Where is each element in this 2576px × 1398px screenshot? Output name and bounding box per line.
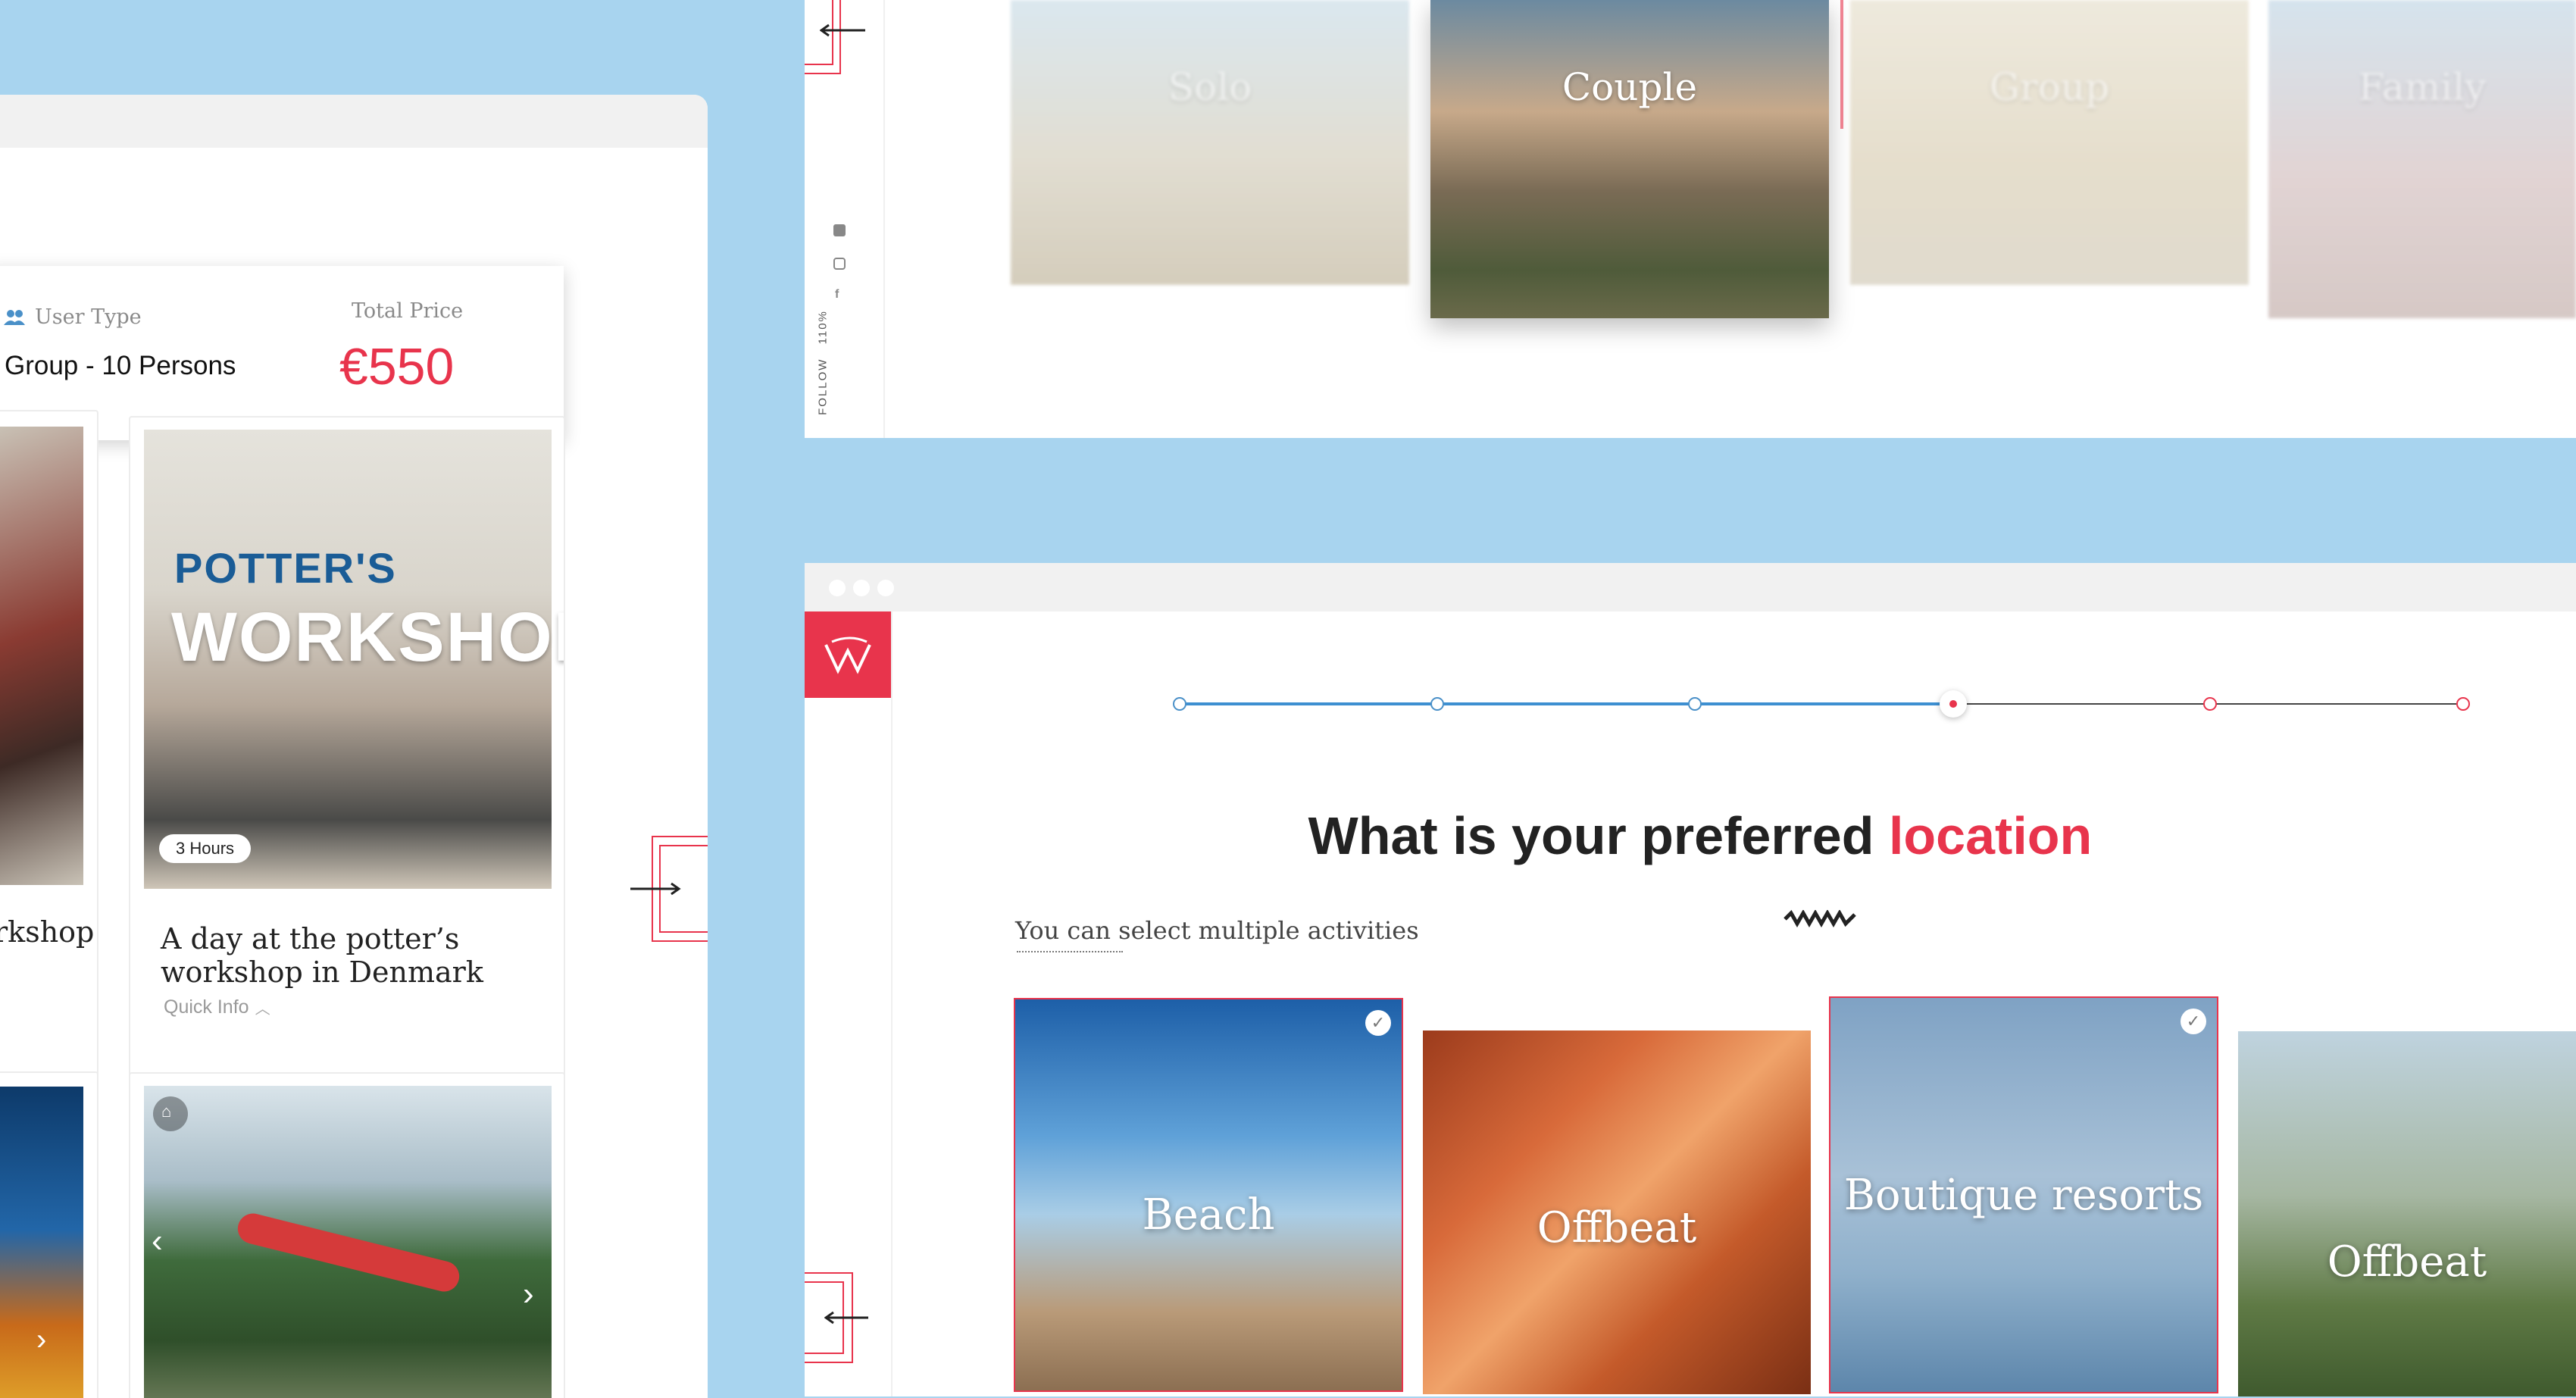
location-label: Offbeat [2327, 1237, 2487, 1287]
instagram-icon[interactable] [833, 258, 846, 270]
selection-hint: You can select multiple activities [1015, 916, 1419, 945]
user-type-window: f FOLLOW 110% Solo Couple Group Family [805, 0, 2576, 438]
step-dot[interactable] [2456, 697, 2470, 711]
experience-title: A day at the potter’s workshop in Denmar… [161, 922, 483, 989]
window-control-dot[interactable] [829, 580, 846, 596]
step-dot[interactable] [1688, 697, 1702, 711]
user-type-couple[interactable]: Couple [1430, 0, 1829, 318]
step-dot[interactable] [1430, 697, 1444, 711]
social-icon[interactable] [833, 224, 846, 236]
squiggle-divider-icon [1784, 910, 1856, 928]
side-rail: f FOLLOW 110% [805, 0, 885, 438]
question-prefix: What is your preferred [1308, 806, 1874, 865]
quick-info-label: Quick Info [164, 996, 249, 1018]
experience-card[interactable]: rkshop [0, 410, 98, 1146]
zoom-level: 110% [816, 310, 830, 345]
logo-w-icon [824, 636, 871, 674]
next-arrow-button[interactable] [630, 836, 708, 942]
user-type-solo[interactable]: Solo [1011, 0, 1409, 285]
location-window: What is your preferred location You can … [805, 563, 2576, 1396]
chevron-right-icon[interactable]: › [36, 1323, 46, 1357]
experience-card[interactable]: ⌂ ‹ › [129, 1072, 565, 1398]
user-type-label: User Type [35, 305, 142, 329]
progress-fill [1179, 702, 1953, 705]
location-tile-beach[interactable]: ✓ Beach [1014, 998, 1403, 1392]
image-title-bottom: WORKSHOP [171, 599, 565, 676]
quick-info-toggle[interactable]: Quick Info ︿ [164, 996, 270, 1018]
location-label: Boutique resorts [1843, 1171, 2204, 1220]
location-tile-boutique-resorts[interactable]: ✓ Boutique resorts [1829, 996, 2218, 1393]
chevron-left-icon[interactable]: ‹ [152, 1222, 163, 1260]
arrow-right-icon [630, 882, 681, 896]
check-icon: ✓ [1365, 1010, 1391, 1036]
progress-stepper [1173, 690, 2470, 718]
experience-image [0, 427, 83, 885]
window-control-dot[interactable] [877, 580, 894, 596]
back-arrow-button[interactable] [805, 0, 865, 76]
chevron-right-icon[interactable]: › [523, 1275, 534, 1313]
window-control-dot[interactable] [853, 580, 870, 596]
follow-label: FOLLOW [816, 358, 830, 415]
experience-image: POTTER'S WORKSHOP 3 Hours [144, 430, 564, 889]
facebook-icon[interactable]: f [835, 288, 839, 302]
duration-badge: 3 Hours [159, 834, 252, 863]
location-tile-offbeat[interactable]: Offbeat [2238, 1031, 2576, 1396]
user-type-group[interactable]: Group [1850, 0, 2249, 285]
image-title-top: POTTER'S [174, 544, 397, 592]
step-dot[interactable] [1173, 697, 1186, 711]
tile-label: Family [2358, 65, 2487, 109]
experience-card[interactable]: › [0, 1071, 98, 1398]
back-arrow-button[interactable] [805, 1272, 868, 1363]
tile-label: Group [1989, 65, 2110, 109]
step-dot[interactable] [2203, 697, 2217, 711]
arrow-left-icon [824, 1311, 868, 1325]
step-dot-current[interactable] [1940, 690, 1967, 718]
user-type-value: Group - 10 Persons [5, 351, 236, 380]
experience-image: ⌂ ‹ › [144, 1086, 552, 1398]
check-icon: ✓ [2181, 1009, 2206, 1034]
window-titlebar [805, 563, 2576, 611]
total-price-value: €550 [339, 338, 455, 396]
favorite-button[interactable]: ⌂ [153, 1096, 188, 1131]
question-highlight: location [1888, 806, 2093, 865]
location-tile-offbeat[interactable]: Offbeat [1423, 1031, 1811, 1394]
location-label: Offbeat [1537, 1203, 1697, 1253]
experience-card[interactable]: POTTER'S WORKSHOP 3 Hours A day at the p… [129, 416, 565, 1152]
brand-logo[interactable] [805, 611, 891, 698]
arrow-left-icon [820, 23, 865, 37]
users-icon [4, 309, 25, 325]
user-type-family[interactable]: Family [2268, 0, 2576, 318]
tile-label: Couple [1562, 65, 1698, 109]
window-titlebar [0, 95, 708, 148]
chevron-up-icon: ︿ [255, 1001, 270, 1018]
question-heading: What is your preferred location [805, 805, 2576, 866]
home-icon: ⌂ [161, 1102, 172, 1121]
booking-window: User Type Group - 10 Persons Total Price… [0, 95, 708, 1398]
location-label: Beach [1142, 1190, 1275, 1240]
tile-label: Solo [1168, 65, 1252, 109]
experience-title: rkshop [0, 915, 95, 949]
total-price-label: Total Price [352, 299, 464, 323]
side-rail [805, 611, 893, 1396]
